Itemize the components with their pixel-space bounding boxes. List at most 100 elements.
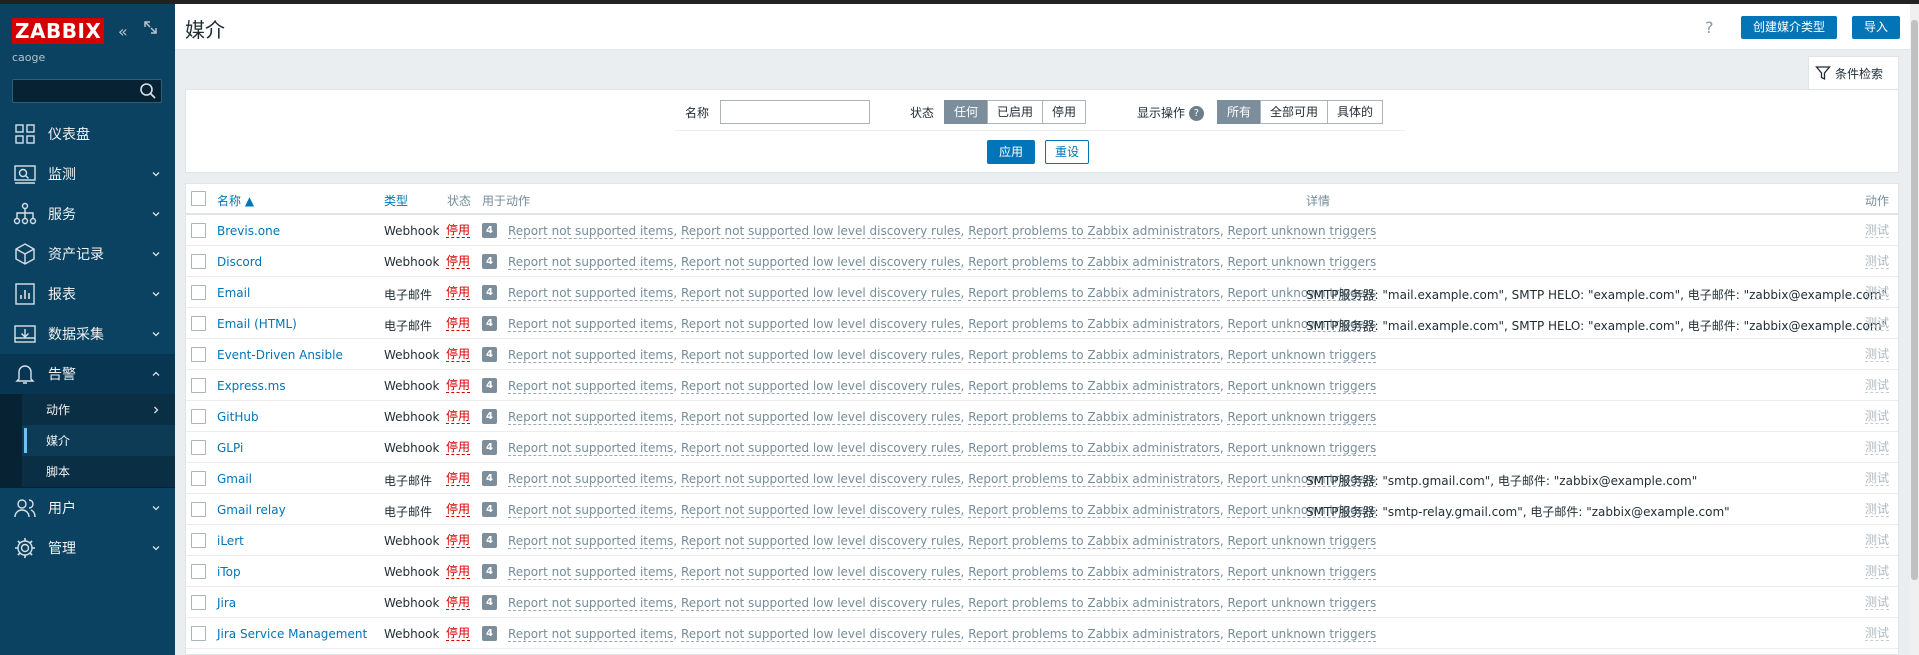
- status-toggle-link[interactable]: 停用: [446, 503, 471, 517]
- row-checkbox[interactable]: [191, 223, 206, 238]
- action-link[interactable]: Report not supported items: [508, 472, 674, 487]
- collapse-sidebar-icon[interactable]: «: [118, 22, 128, 41]
- apply-button[interactable]: 应用: [987, 140, 1036, 164]
- media-type-name-link[interactable]: Jira: [217, 596, 236, 610]
- test-link[interactable]: 测试: [1865, 410, 1890, 424]
- test-link[interactable]: 测试: [1865, 286, 1890, 300]
- test-link[interactable]: 测试: [1865, 441, 1890, 455]
- status-toggle-link[interactable]: 停用: [446, 472, 471, 486]
- create-media-type-button[interactable]: 创建媒介类型: [1741, 16, 1838, 39]
- media-type-name-link[interactable]: Gmail: [217, 472, 252, 486]
- action-link[interactable]: Report unknown triggers: [1227, 627, 1377, 642]
- action-link[interactable]: Report unknown triggers: [1227, 410, 1377, 425]
- action-link[interactable]: Report not supported items: [508, 224, 674, 239]
- row-checkbox[interactable]: [191, 564, 206, 579]
- status-toggle-link[interactable]: 停用: [446, 410, 471, 424]
- nav-item-reports[interactable]: 报表: [0, 274, 175, 314]
- action-link[interactable]: Report problems to Zabbix administrators: [968, 317, 1220, 332]
- filter-name-input[interactable]: [720, 100, 870, 124]
- media-type-name-link[interactable]: Gmail relay: [217, 503, 286, 517]
- reset-button[interactable]: 重设: [1045, 140, 1090, 164]
- status-toggle-link[interactable]: 停用: [446, 286, 471, 300]
- scrollbar-thumb[interactable]: [1911, 20, 1918, 580]
- test-link[interactable]: 测试: [1865, 534, 1890, 548]
- action-link[interactable]: Report not supported low level discovery…: [680, 441, 961, 456]
- action-link[interactable]: Report not supported items: [508, 348, 674, 363]
- action-link[interactable]: Report not supported items: [508, 627, 674, 642]
- action-link[interactable]: Report not supported items: [508, 565, 674, 580]
- select-all-checkbox[interactable]: [191, 191, 206, 206]
- row-checkbox[interactable]: [191, 316, 206, 331]
- action-link[interactable]: Report not supported items: [508, 410, 674, 425]
- action-link[interactable]: Report not supported items: [508, 503, 674, 518]
- action-link[interactable]: Report unknown triggers: [1227, 379, 1377, 394]
- action-link[interactable]: Report not supported low level discovery…: [680, 379, 961, 394]
- row-checkbox[interactable]: [191, 471, 206, 486]
- action-link[interactable]: Report problems to Zabbix administrators: [968, 286, 1220, 301]
- test-link[interactable]: 测试: [1865, 472, 1890, 486]
- action-link[interactable]: Report problems to Zabbix administrators: [968, 224, 1220, 239]
- test-link[interactable]: 测试: [1865, 379, 1890, 393]
- action-link[interactable]: Report not supported low level discovery…: [680, 255, 961, 270]
- action-link[interactable]: Report problems to Zabbix administrators: [968, 410, 1220, 425]
- action-link[interactable]: Report unknown triggers: [1227, 348, 1377, 363]
- action-link[interactable]: Report not supported low level discovery…: [680, 596, 961, 611]
- import-button[interactable]: 导入: [1852, 16, 1901, 39]
- nav-item-services[interactable]: 服务: [0, 194, 175, 234]
- action-link[interactable]: Report unknown triggers: [1227, 441, 1377, 456]
- submenu-item-actions[interactable]: 动作: [22, 394, 175, 425]
- action-link[interactable]: Report unknown triggers: [1227, 596, 1377, 611]
- test-link[interactable]: 测试: [1865, 348, 1890, 362]
- media-type-name-link[interactable]: GitHub: [217, 410, 259, 424]
- action-link[interactable]: Report unknown triggers: [1227, 565, 1377, 580]
- action-link[interactable]: Report not supported low level discovery…: [680, 348, 961, 363]
- status-toggle-link[interactable]: 停用: [446, 627, 471, 641]
- nav-item-administration[interactable]: 管理: [0, 528, 175, 568]
- test-link[interactable]: 测试: [1865, 565, 1890, 579]
- nav-item-dashboard[interactable]: 仪表盘: [0, 114, 175, 154]
- test-link[interactable]: 测试: [1865, 224, 1890, 238]
- row-checkbox[interactable]: [191, 254, 206, 269]
- action-link[interactable]: Report not supported low level discovery…: [680, 410, 961, 425]
- media-type-name-link[interactable]: iTop: [217, 565, 241, 579]
- show-ops-option-all[interactable]: 所有: [1217, 100, 1262, 124]
- media-type-name-link[interactable]: GLPi: [217, 441, 243, 455]
- status-toggle-link[interactable]: 停用: [446, 379, 471, 393]
- action-link[interactable]: Report not supported items: [508, 255, 674, 270]
- media-type-name-link[interactable]: Email: [217, 286, 250, 300]
- status-option-any[interactable]: 任何: [944, 100, 989, 124]
- action-link[interactable]: Report problems to Zabbix administrators: [968, 503, 1220, 518]
- row-checkbox[interactable]: [191, 595, 206, 610]
- action-link[interactable]: Report not supported items: [508, 534, 674, 549]
- nav-item-data-collection[interactable]: 数据采集: [0, 314, 175, 354]
- row-checkbox[interactable]: [191, 626, 206, 641]
- action-link[interactable]: Report not supported items: [508, 596, 674, 611]
- status-toggle-link[interactable]: 停用: [446, 348, 471, 362]
- sidebar-search-input[interactable]: [12, 79, 162, 103]
- status-toggle-link[interactable]: 停用: [446, 255, 471, 269]
- nav-item-inventory[interactable]: 资产记录: [0, 234, 175, 274]
- nav-item-monitoring[interactable]: 监测: [0, 154, 175, 194]
- media-type-name-link[interactable]: Jira Service Management: [217, 627, 367, 641]
- row-checkbox[interactable]: [191, 378, 206, 393]
- zabbix-logo[interactable]: ZABBIX: [12, 18, 105, 44]
- action-link[interactable]: Report not supported items: [508, 317, 674, 332]
- action-link[interactable]: Report problems to Zabbix administrators: [968, 627, 1220, 642]
- action-link[interactable]: Report not supported low level discovery…: [680, 472, 961, 487]
- nav-item-users[interactable]: 用户: [0, 488, 175, 528]
- kiosk-mode-icon[interactable]: [143, 20, 158, 39]
- row-checkbox[interactable]: [191, 409, 206, 424]
- row-checkbox[interactable]: [191, 347, 206, 362]
- submenu-item-media-types[interactable]: 媒介: [22, 425, 175, 456]
- action-link[interactable]: Report not supported items: [508, 441, 674, 456]
- nav-item-alerts[interactable]: 告警: [0, 354, 175, 394]
- action-link[interactable]: Report not supported items: [508, 379, 674, 394]
- media-type-name-link[interactable]: Brevis.one: [217, 224, 280, 238]
- status-option-enabled[interactable]: 已启用: [987, 100, 1044, 124]
- action-link[interactable]: Report problems to Zabbix administrators: [968, 596, 1220, 611]
- show-ops-option-specific[interactable]: 具体的: [1327, 100, 1384, 124]
- row-checkbox[interactable]: [191, 533, 206, 548]
- action-link[interactable]: Report not supported low level discovery…: [680, 317, 961, 332]
- action-link[interactable]: Report not supported items: [508, 286, 674, 301]
- media-type-name-link[interactable]: Express.ms: [217, 379, 286, 393]
